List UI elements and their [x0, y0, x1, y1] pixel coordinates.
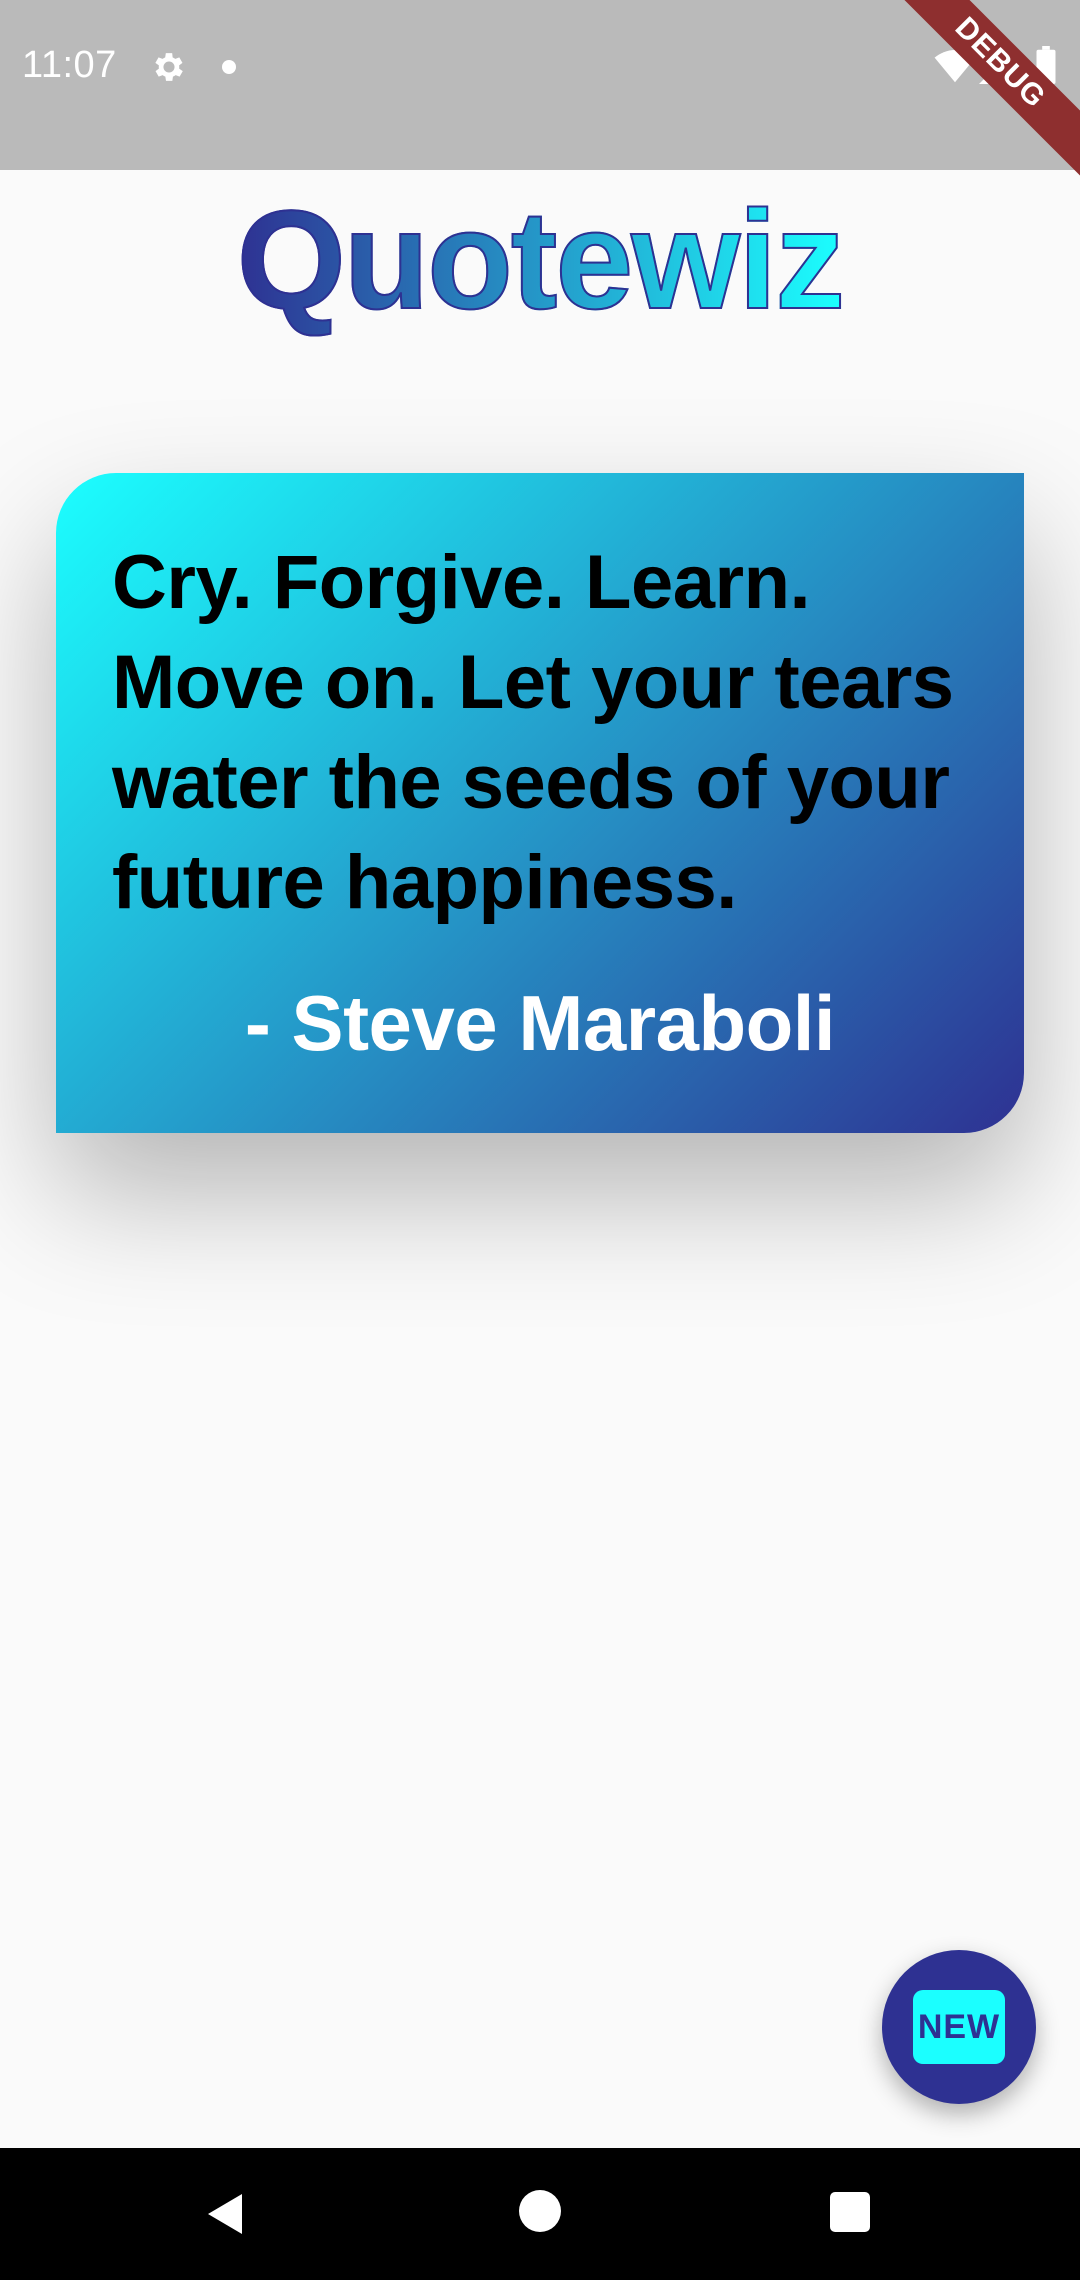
screen: 11:07 DEBUG Quotewiz Cry. Forgive. Learn…: [0, 0, 1080, 2280]
app-title-text: Quotewiz: [236, 180, 846, 339]
debug-banner: DEBUG: [877, 0, 1080, 186]
back-icon[interactable]: [202, 2190, 250, 2238]
status-time: 11:07: [22, 44, 117, 86]
home-icon[interactable]: [519, 2190, 561, 2232]
status-bar: 11:07 DEBUG: [0, 0, 1080, 186]
app-title: Quotewiz: [0, 180, 1080, 340]
quote-card: Cry. Forgive. Learn. Move on. Let your t…: [56, 473, 1024, 1133]
quote-author: - Steve Maraboli: [244, 979, 836, 1067]
gear-icon: [155, 53, 183, 81]
notification-dot-icon: [222, 60, 236, 74]
quote-text: Cry. Forgive. Learn. Move on. Let your t…: [112, 540, 954, 925]
navigation-bar: [0, 2148, 1080, 2280]
recent-apps-icon[interactable]: [830, 2192, 870, 2232]
new-icon: NEW: [913, 1990, 1005, 2064]
new-quote-button[interactable]: NEW: [882, 1950, 1036, 2104]
